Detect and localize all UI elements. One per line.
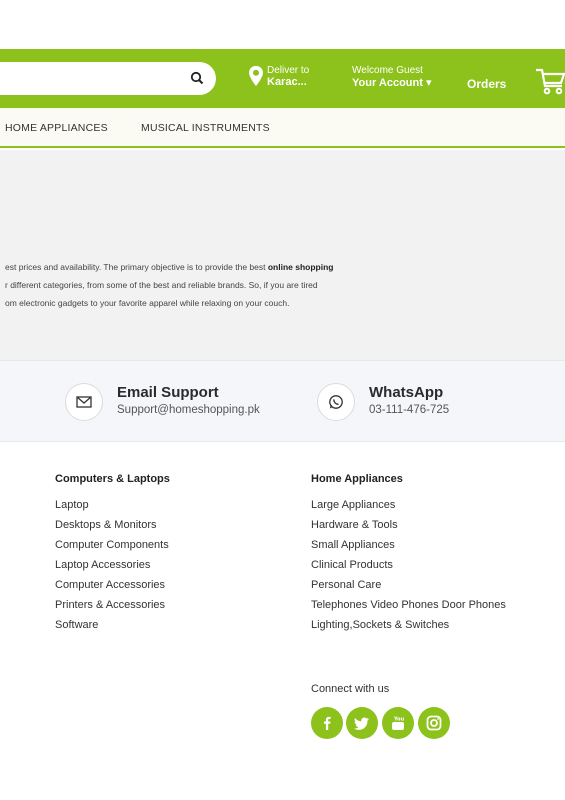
whatsapp-number[interactable]: 03-111-476-725: [369, 404, 449, 416]
search-icon[interactable]: [190, 71, 204, 85]
support-bar: Email Support Support@homeshopping.pk Wh…: [0, 360, 565, 442]
footer-link[interactable]: Desktops & Monitors: [55, 518, 169, 538]
search-input[interactable]: [0, 62, 216, 95]
footer-link[interactable]: Printers & Accessories: [55, 598, 169, 618]
cart-icon[interactable]: [534, 66, 565, 96]
about-section: est prices and availability. The primary…: [0, 150, 565, 360]
footer-col-computers-list: Laptop Desktops & Monitors Computer Comp…: [55, 498, 169, 638]
email-support-button[interactable]: [65, 383, 103, 421]
footer-col-home-title: Home Appliances: [311, 473, 403, 485]
about-line-1: est prices and availability. The primary…: [5, 262, 333, 272]
footer-link[interactable]: Clinical Products: [311, 558, 506, 578]
top-header-bar: Deliver to Karac... Welcome Guest Your A…: [0, 49, 565, 108]
orders-link[interactable]: Orders: [467, 77, 506, 91]
footer-link[interactable]: Small Appliances: [311, 538, 506, 558]
mail-icon: [76, 396, 92, 408]
welcome-text: Welcome Guest: [352, 65, 423, 76]
email-support-address[interactable]: Support@homeshopping.pk: [117, 404, 260, 416]
deliver-city: Karac...: [267, 76, 307, 88]
svg-text:You: You: [393, 717, 405, 723]
footer-link[interactable]: Hardware & Tools: [311, 518, 506, 538]
connect-with-us-label: Connect with us: [311, 683, 390, 695]
your-account-link[interactable]: Your Account ▾: [352, 77, 431, 89]
about-line-1-text: est prices and availability. The primary…: [5, 262, 268, 272]
footer-link[interactable]: Laptop Accessories: [55, 558, 169, 578]
footer-link[interactable]: Laptop: [55, 498, 169, 518]
about-line-2: r different categories, from some of the…: [5, 280, 318, 290]
youtube-icon[interactable]: You: [382, 707, 414, 739]
footer-link[interactable]: Telephones Video Phones Door Phones: [311, 598, 506, 618]
footer-link[interactable]: Lighting,Sockets & Switches: [311, 618, 506, 638]
about-line-1-bold: online shopping: [267, 262, 334, 272]
nav-musical-instruments[interactable]: MUSICAL INSTRUMENTS: [141, 122, 270, 134]
whatsapp-icon: [329, 395, 343, 409]
footer-link[interactable]: Computer Accessories: [55, 578, 169, 598]
footer-col-computers-title: Computers & Laptops: [55, 473, 170, 485]
email-support-title: Email Support: [117, 384, 219, 401]
whatsapp-title: WhatsApp: [369, 384, 444, 401]
footer-link[interactable]: Large Appliances: [311, 498, 506, 518]
footer-link[interactable]: Software: [55, 618, 169, 638]
account-menu[interactable]: Welcome Guest Your Account ▾: [352, 65, 431, 89]
whatsapp-button[interactable]: [317, 383, 355, 421]
footer-col-home-list: Large Appliances Hardware & Tools Small …: [311, 498, 506, 638]
footer-link[interactable]: Personal Care: [311, 578, 506, 598]
instagram-icon[interactable]: [418, 707, 450, 739]
category-nav: HOME APPLIANCES MUSICAL INSTRUMENTS: [0, 108, 565, 148]
facebook-icon[interactable]: [311, 707, 343, 739]
twitter-icon[interactable]: [346, 707, 378, 739]
nav-home-appliances[interactable]: HOME APPLIANCES: [5, 122, 108, 134]
footer-link[interactable]: Computer Components: [55, 538, 169, 558]
about-line-3: om electronic gadgets to your favorite a…: [5, 298, 290, 308]
location-pin-icon: [249, 66, 263, 86]
